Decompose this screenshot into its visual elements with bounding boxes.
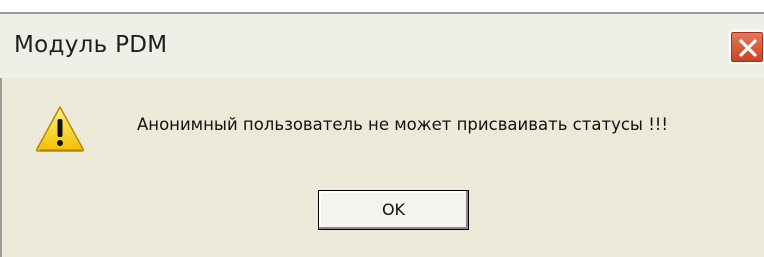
message-dialog: Модуль PDM Анонимный пользователь не мож… bbox=[0, 0, 764, 257]
dialog-message: Анонимный пользователь не может присваив… bbox=[137, 115, 669, 134]
dialog-body: Анонимный пользователь не может присваив… bbox=[0, 78, 764, 257]
title-bar[interactable]: Модуль PDM bbox=[0, 12, 764, 78]
ok-button[interactable]: OK bbox=[318, 190, 469, 230]
close-button[interactable] bbox=[729, 30, 764, 64]
warning-icon bbox=[35, 106, 85, 152]
window-title: Модуль PDM bbox=[14, 32, 168, 58]
close-x-icon bbox=[739, 39, 757, 57]
